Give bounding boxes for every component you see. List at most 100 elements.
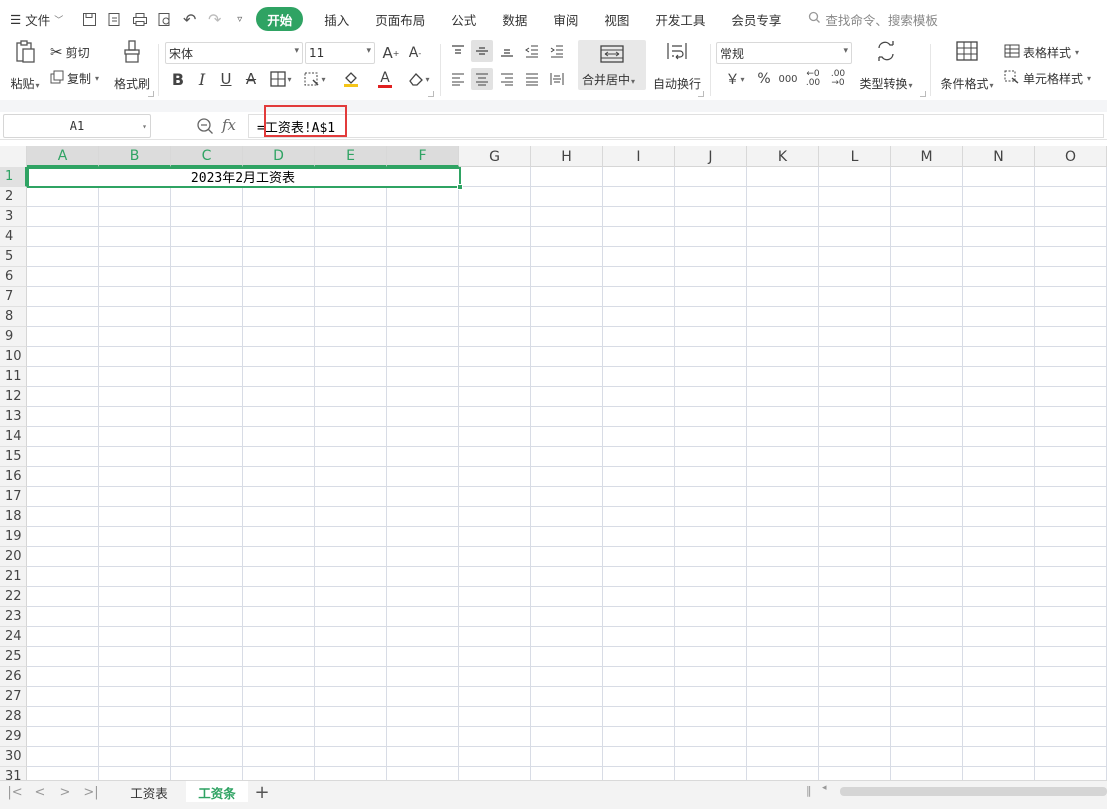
- cell[interactable]: [387, 227, 459, 247]
- decrease-decimal-icon[interactable]: .00 →0: [827, 68, 849, 90]
- cell[interactable]: [243, 407, 315, 427]
- cell[interactable]: [963, 427, 1035, 447]
- column-header-k[interactable]: K: [747, 146, 819, 167]
- cell[interactable]: [99, 507, 171, 527]
- cell[interactable]: [243, 187, 315, 207]
- cell[interactable]: [603, 227, 675, 247]
- cell[interactable]: [27, 607, 99, 627]
- cell[interactable]: [747, 187, 819, 207]
- cell[interactable]: [99, 327, 171, 347]
- cell[interactable]: [1035, 447, 1107, 467]
- cell[interactable]: [27, 247, 99, 267]
- cell[interactable]: [315, 687, 387, 707]
- cell[interactable]: [315, 407, 387, 427]
- cell[interactable]: [675, 667, 747, 687]
- cell[interactable]: [171, 267, 243, 287]
- fx-icon[interactable]: fx: [222, 116, 236, 134]
- cell[interactable]: [99, 287, 171, 307]
- cell[interactable]: [675, 247, 747, 267]
- cell[interactable]: [603, 327, 675, 347]
- cell[interactable]: [531, 747, 603, 767]
- row-header[interactable]: 15: [0, 447, 27, 467]
- cell[interactable]: [243, 707, 315, 727]
- cell[interactable]: [99, 267, 171, 287]
- cell[interactable]: [459, 447, 531, 467]
- cell[interactable]: [315, 607, 387, 627]
- cell[interactable]: [171, 627, 243, 647]
- cell[interactable]: [603, 647, 675, 667]
- column-header-n[interactable]: N: [963, 146, 1035, 167]
- cell[interactable]: [747, 567, 819, 587]
- cell[interactable]: [243, 247, 315, 267]
- cell[interactable]: [171, 187, 243, 207]
- cell[interactable]: [531, 607, 603, 627]
- cell[interactable]: [99, 187, 171, 207]
- cell[interactable]: [1035, 467, 1107, 487]
- cell[interactable]: [819, 707, 891, 727]
- cell[interactable]: [1035, 287, 1107, 307]
- cell[interactable]: [747, 547, 819, 567]
- cell[interactable]: [531, 207, 603, 227]
- row-header[interactable]: 19: [0, 527, 27, 547]
- cell[interactable]: [459, 567, 531, 587]
- cell[interactable]: [99, 487, 171, 507]
- cell[interactable]: [459, 247, 531, 267]
- cell[interactable]: [963, 467, 1035, 487]
- cell[interactable]: [675, 347, 747, 367]
- cell[interactable]: [171, 287, 243, 307]
- cell[interactable]: [243, 307, 315, 327]
- cell[interactable]: [27, 367, 99, 387]
- cell[interactable]: [459, 347, 531, 367]
- cell[interactable]: [747, 387, 819, 407]
- cell[interactable]: [891, 627, 963, 647]
- next-sheet-icon[interactable]: >: [56, 783, 74, 801]
- cell[interactable]: [747, 447, 819, 467]
- row-header[interactable]: 18: [0, 507, 27, 527]
- align-middle-icon[interactable]: [471, 40, 493, 62]
- cell[interactable]: [459, 507, 531, 527]
- cell[interactable]: [1035, 267, 1107, 287]
- cell[interactable]: [99, 307, 171, 327]
- row-header[interactable]: 21: [0, 567, 27, 587]
- cell[interactable]: [459, 487, 531, 507]
- cell[interactable]: [387, 687, 459, 707]
- cell[interactable]: [315, 587, 387, 607]
- cell[interactable]: [1035, 547, 1107, 567]
- cell[interactable]: [603, 667, 675, 687]
- cell[interactable]: [675, 527, 747, 547]
- cell[interactable]: [171, 547, 243, 567]
- cell[interactable]: [531, 387, 603, 407]
- percent-icon[interactable]: %: [753, 68, 775, 90]
- cell[interactable]: [171, 707, 243, 727]
- last-sheet-icon[interactable]: >|: [82, 783, 100, 801]
- row-header[interactable]: 31: [0, 767, 27, 780]
- cell[interactable]: [603, 507, 675, 527]
- cell[interactable]: [531, 167, 603, 187]
- cell[interactable]: [819, 247, 891, 267]
- undo-icon[interactable]: ↶: [177, 7, 202, 31]
- cell[interactable]: [99, 227, 171, 247]
- cell[interactable]: [675, 407, 747, 427]
- cell[interactable]: [171, 507, 243, 527]
- cell[interactable]: [747, 767, 819, 780]
- cell[interactable]: [1035, 327, 1107, 347]
- cell[interactable]: [819, 687, 891, 707]
- cell[interactable]: [675, 367, 747, 387]
- distributed-align-icon[interactable]: [546, 68, 568, 90]
- cell[interactable]: [315, 207, 387, 227]
- decrease-font-icon[interactable]: A-: [404, 42, 426, 64]
- row-header[interactable]: 6: [0, 267, 27, 287]
- group-launcher-icon[interactable]: [698, 91, 704, 97]
- tab-page-layout[interactable]: 页面布局: [362, 7, 438, 31]
- cell[interactable]: [747, 587, 819, 607]
- cell[interactable]: [891, 227, 963, 247]
- cell[interactable]: [243, 207, 315, 227]
- scroll-thumb[interactable]: [840, 787, 1107, 796]
- cell[interactable]: [891, 407, 963, 427]
- cell[interactable]: [963, 527, 1035, 547]
- cell[interactable]: [1035, 647, 1107, 667]
- cell[interactable]: [459, 707, 531, 727]
- cell[interactable]: [891, 287, 963, 307]
- cell[interactable]: [819, 367, 891, 387]
- row-header[interactable]: 8: [0, 307, 27, 327]
